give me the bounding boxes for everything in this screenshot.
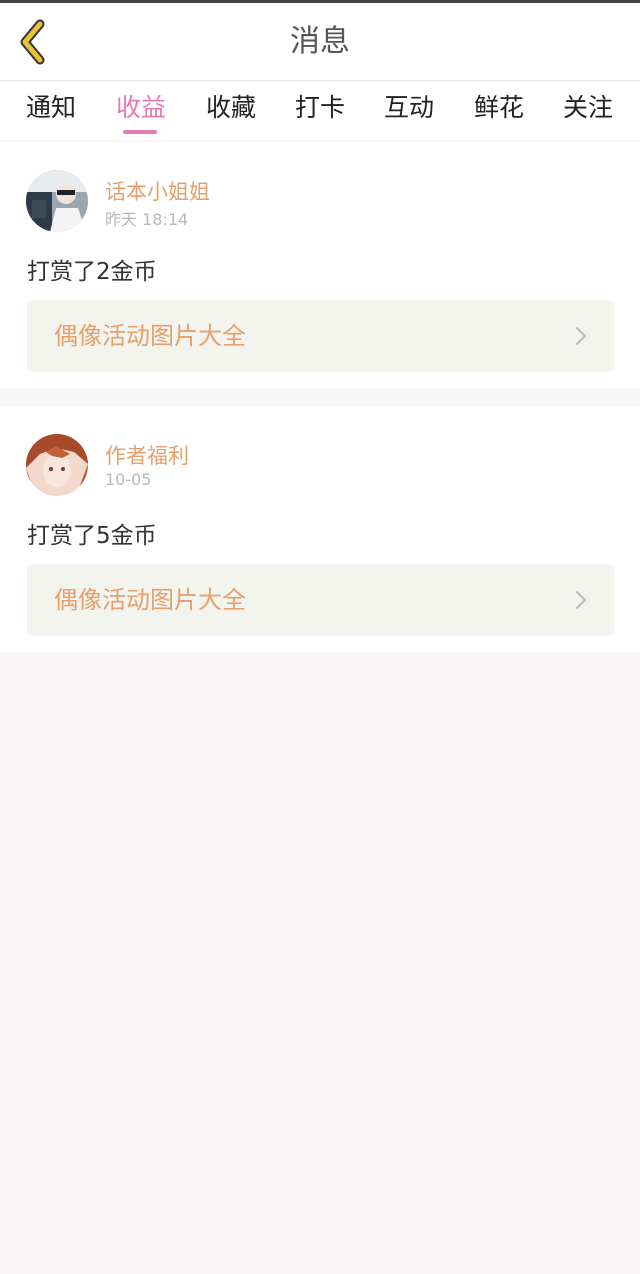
message-card: 话本小姐姐 昨天 18:14 打赏了2金币 偶像活动图片大全 xyxy=(0,142,640,388)
tab-bar: 通知 收益 收藏 打卡 互动 鲜花 关注 xyxy=(0,82,640,140)
linked-book-button[interactable]: 偶像活动图片大全 xyxy=(27,564,614,636)
message-time: 10-05 xyxy=(105,470,152,489)
linked-book-title: 偶像活动图片大全 xyxy=(54,586,246,614)
avatar[interactable] xyxy=(26,170,88,232)
message-text: 打赏了2金币 xyxy=(27,259,157,285)
linked-book-title: 偶像活动图片大全 xyxy=(54,322,246,350)
tab-following[interactable]: 关注 xyxy=(553,82,623,140)
linked-book-button[interactable]: 偶像活动图片大全 xyxy=(27,300,614,372)
tab-earnings[interactable]: 收益 xyxy=(106,82,176,140)
active-tab-indicator xyxy=(123,130,157,134)
back-button[interactable] xyxy=(12,17,56,67)
sender-name[interactable]: 作者福利 xyxy=(105,440,189,470)
sender-name[interactable]: 话本小姐姐 xyxy=(105,176,210,206)
message-time: 昨天 18:14 xyxy=(105,210,189,229)
tab-checkin[interactable]: 打卡 xyxy=(285,82,355,140)
tab-notifications[interactable]: 通知 xyxy=(16,82,86,140)
chevron-right-icon xyxy=(575,590,587,610)
app-header: 消息 xyxy=(0,3,640,81)
chevron-right-icon xyxy=(575,326,587,346)
tab-flowers[interactable]: 鲜花 xyxy=(464,82,534,140)
page-title: 消息 xyxy=(290,24,350,59)
tab-favorites[interactable]: 收藏 xyxy=(196,82,266,140)
message-text: 打赏了5金币 xyxy=(27,523,157,549)
tab-interaction[interactable]: 互动 xyxy=(374,82,444,140)
chevron-left-icon xyxy=(20,19,45,65)
avatar[interactable] xyxy=(26,434,88,496)
message-card: 作者福利 10-05 打赏了5金币 偶像活动图片大全 xyxy=(0,406,640,652)
